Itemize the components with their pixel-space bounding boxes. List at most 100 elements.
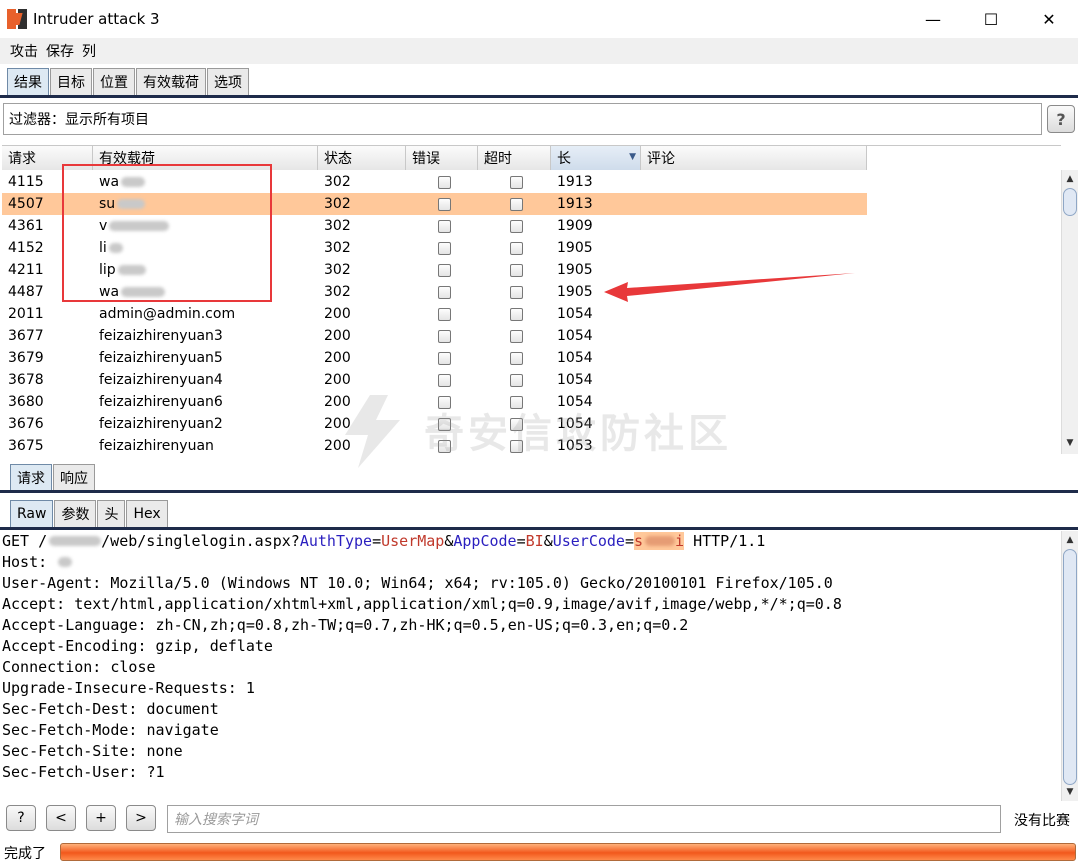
cell-timeout (478, 303, 551, 325)
cell-error (406, 347, 478, 369)
cell-timeout (478, 325, 551, 347)
scroll-thumb[interactable] (1063, 188, 1077, 216)
tab-results[interactable]: 结果 (7, 68, 49, 95)
payload-text: feizaizhirenyuan5 (99, 350, 223, 366)
cell-error (406, 237, 478, 259)
cell-comment (641, 347, 867, 369)
filter-bar[interactable]: 过滤器： 显示所有项目 (3, 103, 1042, 135)
checkbox (438, 175, 451, 189)
cell-comment (641, 435, 867, 454)
cell-request: 3679 (8, 350, 44, 366)
menu-attack[interactable]: 攻击 (10, 41, 38, 61)
tab-positions[interactable]: 位置 (93, 68, 135, 95)
tab-options[interactable]: 选项 (207, 68, 249, 95)
tab-headers[interactable]: 头 (97, 500, 126, 527)
checkbox (438, 197, 451, 211)
menu-save[interactable]: 保存 (46, 41, 74, 61)
payload-text: feizaizhirenyuan (99, 438, 214, 454)
search-next-button[interactable]: > (126, 805, 156, 831)
search-prev-button[interactable]: < (46, 805, 76, 831)
header-line: Sec-Fetch-User: ?1 (2, 763, 165, 781)
search-add-button[interactable]: + (86, 805, 116, 831)
cell-status: 200 (324, 306, 351, 322)
checkbox (438, 373, 451, 387)
column-error[interactable]: 错误 (406, 146, 478, 170)
tab-request[interactable]: 请求 (10, 464, 52, 491)
table-scrollbar[interactable]: ▲ ▼ (1061, 170, 1078, 454)
table-row[interactable]: 3679 feizaizhirenyuan5 200 1054 (2, 347, 867, 369)
cell-error (406, 369, 478, 391)
cell-error (406, 215, 478, 237)
column-status[interactable]: 状态 (318, 146, 406, 170)
cell-length: 1054 (557, 328, 593, 344)
tab-params[interactable]: 参数 (54, 500, 97, 527)
scroll-up-icon[interactable]: ▲ (1062, 172, 1078, 186)
minimize-button[interactable]: — (904, 0, 962, 38)
search-help-button[interactable]: ? (6, 805, 36, 831)
checkbox (510, 329, 523, 343)
column-length[interactable]: 长 ▼ (551, 146, 641, 170)
table-row[interactable]: 3678 feizaizhirenyuan4 200 1054 (2, 369, 867, 391)
search-input[interactable]: 输入搜索字词 (167, 805, 1001, 833)
raw-scrollbar[interactable]: ▲ ▼ (1061, 531, 1078, 801)
column-timeout[interactable]: 超时 (478, 146, 551, 170)
checkbox (510, 439, 523, 453)
cell-timeout (478, 193, 551, 215)
checkbox (510, 395, 523, 409)
tab-divider (0, 95, 1078, 98)
header-line: Upgrade-Insecure-Requests: 1 (2, 679, 255, 697)
cell-timeout (478, 369, 551, 391)
cell-status: 200 (324, 394, 351, 410)
column-length-label: 长 (557, 151, 571, 167)
cell-status: 200 (324, 438, 351, 454)
tab-target[interactable]: 目标 (50, 68, 92, 95)
menu-bar: 攻击 保存 列 (0, 38, 1078, 64)
main-tabs: 结果 目标 位置 有效载荷 选项 (7, 68, 250, 96)
scroll-thumb[interactable] (1063, 549, 1077, 785)
scroll-down-icon[interactable]: ▼ (1062, 785, 1078, 799)
header-line: Sec-Fetch-Site: none (2, 742, 183, 760)
cell-status: 302 (324, 174, 351, 190)
title-bar: Intruder attack 3 — ☐ ✕ (0, 0, 1078, 38)
filter-help-button[interactable]: ? (1047, 105, 1075, 133)
tab-raw[interactable]: Raw (10, 500, 54, 527)
cell-payload: admin@admin.com (93, 303, 318, 325)
column-comment[interactable]: 评论 (641, 146, 867, 170)
view-tabs: Raw 参数 头 Hex (10, 500, 169, 527)
menu-columns[interactable]: 列 (82, 41, 96, 61)
message-tabs: 请求 响应 (10, 464, 96, 491)
tab-payloads[interactable]: 有效载荷 (136, 68, 206, 95)
cell-request: 3676 (8, 416, 44, 432)
cell-status: 200 (324, 328, 351, 344)
raw-request-editor[interactable]: GET //web/singlelogin.aspx?AuthType=User… (0, 531, 1062, 801)
payload-text: feizaizhirenyuan2 (99, 416, 223, 432)
cell-error (406, 171, 478, 193)
cell-payload: feizaizhirenyuan5 (93, 347, 318, 369)
payload-text: feizaizhirenyuan4 (99, 372, 223, 388)
filter-label: 过滤器： (9, 112, 65, 128)
tab-hex[interactable]: Hex (126, 500, 168, 527)
table-row[interactable]: 2011 admin@admin.com 200 1054 (2, 303, 867, 325)
tab-response[interactable]: 响应 (53, 464, 95, 491)
scroll-up-icon[interactable]: ▲ (1062, 533, 1078, 547)
table-row[interactable]: 3675 feizaizhirenyuan 200 1053 (2, 435, 867, 454)
table-row[interactable]: 3677 feizaizhirenyuan3 200 1054 (2, 325, 867, 347)
close-button[interactable]: ✕ (1020, 0, 1078, 38)
cell-error (406, 391, 478, 413)
header-host: Host: (0, 552, 1062, 573)
cell-request: 3678 (8, 372, 44, 388)
table-row[interactable]: 3676 feizaizhirenyuan2 200 1054 (2, 413, 867, 435)
maximize-button[interactable]: ☐ (962, 0, 1020, 38)
header-line: Accept: text/html,application/xhtml+xml,… (2, 595, 842, 613)
cell-length: 1053 (557, 438, 593, 454)
checkbox (510, 197, 523, 211)
scroll-down-icon[interactable]: ▼ (1062, 436, 1078, 450)
checkbox (510, 351, 523, 365)
checkbox (510, 417, 523, 431)
cell-error (406, 303, 478, 325)
table-row[interactable]: 3680 feizaizhirenyuan6 200 1054 (2, 391, 867, 413)
cell-length: 1054 (557, 416, 593, 432)
annotation-arrow-icon (604, 273, 855, 302)
cell-status: 302 (324, 284, 351, 300)
cell-length: 1913 (557, 196, 593, 212)
